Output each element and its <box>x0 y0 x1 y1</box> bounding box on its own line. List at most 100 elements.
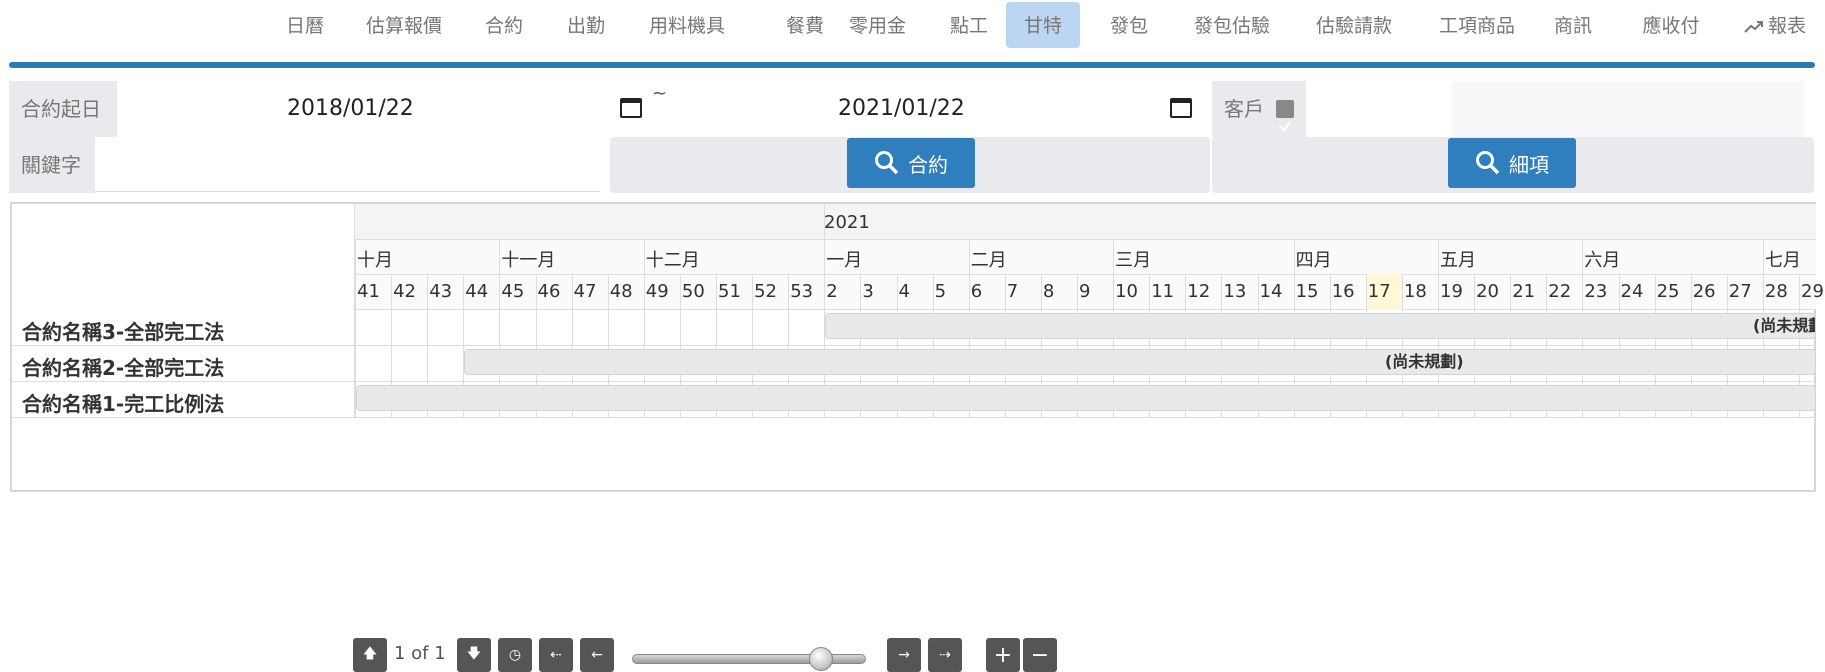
gantt-week-label: 53 <box>790 281 814 302</box>
search-contract-button[interactable]: 合約 <box>847 138 975 188</box>
gantt-week-label: 29 <box>1801 281 1824 302</box>
start-date-input[interactable]: 2018/01/22 <box>117 81 652 137</box>
gantt-week-label: 50 <box>681 281 705 302</box>
plus-icon: + <box>993 642 1013 668</box>
gantt-week-label: 27 <box>1728 281 1752 302</box>
nav-item-7[interactable]: 點工 <box>943 2 995 48</box>
zoom-in-button[interactable]: + <box>986 638 1020 672</box>
gantt-month-label: 十月 <box>357 250 393 271</box>
nav-item-8[interactable]: 甘特 <box>1006 2 1080 48</box>
minus-icon: − <box>1030 642 1050 668</box>
gantt-month-label: 十二月 <box>645 250 700 271</box>
today-button[interactable]: ◷ <box>498 638 532 672</box>
calendar-icon[interactable] <box>620 98 642 118</box>
gantt-hline <box>355 309 1816 310</box>
nav-item-label: 報表 <box>1767 15 1806 37</box>
gantt-row-label: 合約名稱2-全部完工法 <box>22 356 225 380</box>
scroll-down-button[interactable]: 🡇 <box>457 638 491 672</box>
keyword-label: 關鍵字 <box>9 137 95 193</box>
gantt-month-label: 三月 <box>1115 250 1152 271</box>
nav-item-1[interactable]: 估算報價 <box>355 2 453 48</box>
customer-checkbox[interactable] <box>1276 99 1295 132</box>
gantt-month-line <box>824 239 826 275</box>
customer-select[interactable] <box>1452 81 1804 137</box>
customer-label: 客戶 <box>1212 81 1306 137</box>
gantt-week-label: 14 <box>1259 281 1283 302</box>
arrow-down-icon: 🡇 <box>466 646 482 662</box>
customer-label-text: 客戶 <box>1224 97 1264 121</box>
scroll-left-button[interactable]: ← <box>580 638 614 672</box>
gantt-week-label: 44 <box>465 281 489 302</box>
nav-item-10[interactable]: 發包估驗 <box>1185 2 1279 48</box>
nav-item-4[interactable]: 用料機具 <box>640 2 734 48</box>
scroll-begin-button[interactable]: ⇠ <box>539 638 573 672</box>
nav-item-label: 估驗請款 <box>1315 15 1392 37</box>
scroll-end-button[interactable]: ⇢ <box>928 638 962 672</box>
keyword-input[interactable] <box>95 137 600 192</box>
gantt-week-label: 4 <box>898 281 910 302</box>
pager-text: 1 of 1 <box>394 643 446 664</box>
gantt-month-line <box>1438 239 1439 275</box>
nav-item-label: 餐費 <box>785 15 824 37</box>
gantt-month-line <box>1582 239 1584 275</box>
gantt-bar[interactable]: (尚未規劃) <box>464 349 1816 375</box>
gantt-month-label: 七月 <box>1764 250 1801 271</box>
gantt-year-line <box>824 204 826 239</box>
clock-icon: ◷ <box>508 647 522 663</box>
gantt-week-label: 23 <box>1584 281 1608 302</box>
arrow-left-end-icon: ⇠ <box>550 647 562 663</box>
zoom-slider-knob[interactable] <box>809 647 833 671</box>
nav-item-0[interactable]: 日曆 <box>275 2 335 48</box>
gantt-hline <box>355 274 1816 275</box>
search-icon <box>1476 151 1500 175</box>
gantt-bar[interactable] <box>356 385 1816 411</box>
gantt-week-label: 24 <box>1620 281 1644 302</box>
customer-input[interactable] <box>1306 81 1452 137</box>
nav-item-2[interactable]: 合約 <box>478 2 530 48</box>
nav-item-14[interactable]: 應收付 <box>1630 2 1712 48</box>
date-range-tilde: ~ <box>652 83 668 104</box>
gantt-week-label: 46 <box>537 281 561 302</box>
gantt-year: 2021 <box>824 212 870 233</box>
scroll-up-button[interactable]: 🡅 <box>353 638 387 672</box>
gantt-bar[interactable]: (尚未規劃) <box>825 313 1816 339</box>
gantt-week-label: 51 <box>718 281 741 302</box>
search-detail-button[interactable]: 細項 <box>1448 138 1576 188</box>
nav-item-12[interactable]: 工項商品 <box>1428 2 1526 48</box>
scroll-right-button[interactable]: → <box>887 638 921 672</box>
nav-item-13[interactable]: 商訊 <box>1548 2 1598 48</box>
nav-item-6[interactable]: 零用金 <box>840 2 915 48</box>
gantt-week-label: 52 <box>754 281 777 302</box>
gantt-month-label: 五月 <box>1440 250 1476 271</box>
arrow-right-icon: → <box>898 647 910 663</box>
gantt-week-label: 3 <box>862 281 874 302</box>
nav-item-label: 估算報價 <box>365 15 442 37</box>
gantt-week-label: 42 <box>393 281 416 302</box>
zoom-out-button[interactable]: − <box>1023 638 1057 672</box>
nav-item-label: 發包 <box>1109 15 1148 37</box>
nav-item-5[interactable]: 餐費 <box>778 2 832 48</box>
gantt-month-line <box>1293 239 1295 275</box>
end-date-input[interactable]: 2021/01/22 <box>670 81 1200 137</box>
nav-item-9[interactable]: 發包 <box>1103 2 1155 48</box>
nav-item-15[interactable]: 報表 <box>1730 2 1820 48</box>
gantt-week-label: 13 <box>1223 281 1247 302</box>
nav-item-3[interactable]: 出勤 <box>560 2 612 48</box>
start-date-label: 合約起日 <box>9 81 117 137</box>
gantt-month-label: 十一月 <box>501 250 556 271</box>
gantt-month-line <box>1113 239 1115 275</box>
nav-item-label: 日曆 <box>285 15 324 37</box>
gantt-week-label: 19 <box>1440 281 1463 302</box>
nav-item-11[interactable]: 估驗請款 <box>1306 2 1402 48</box>
gantt-month-line <box>1762 239 1764 275</box>
nav-item-label: 發包估驗 <box>1193 15 1270 37</box>
gantt-week-label: 21 <box>1512 281 1536 302</box>
gantt-week-label: 7 <box>1006 281 1019 302</box>
gantt-month-label: 六月 <box>1584 250 1621 271</box>
gantt-week-label: 6 <box>970 281 983 302</box>
calendar-icon[interactable] <box>1170 98 1192 118</box>
gantt-week-label: 28 <box>1764 281 1788 302</box>
gantt-week-label: 15 <box>1295 281 1319 302</box>
arrow-up-icon: 🡅 <box>362 646 378 662</box>
nav-item-label: 應收付 <box>1642 15 1700 37</box>
